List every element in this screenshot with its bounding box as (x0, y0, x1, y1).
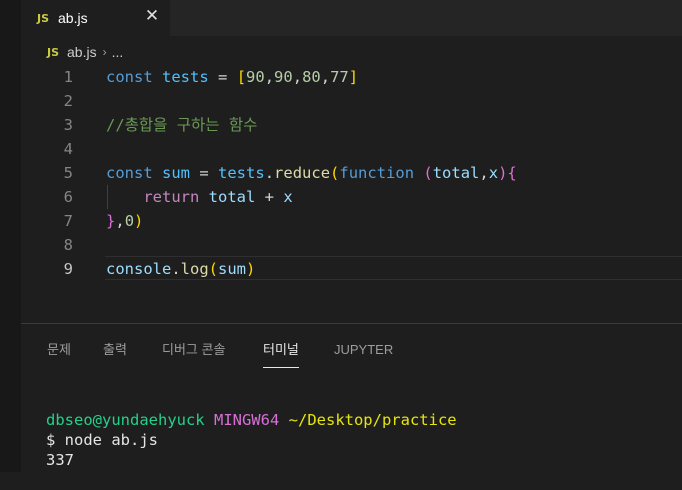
code-line: 8 (21, 233, 682, 257)
code-token: + (255, 188, 284, 206)
line-number: 3 (63, 116, 73, 134)
terminal-env: MINGW64 (213, 411, 280, 429)
javascript-file-icon: JS (47, 45, 60, 59)
line-number: 4 (63, 140, 73, 158)
code-token: 80 (302, 68, 321, 86)
code-token: x (488, 164, 499, 182)
code-token: { (507, 164, 517, 182)
code-line: 3 //총합을 구하는 함수 (21, 113, 682, 137)
code-token: ( (208, 260, 219, 278)
panel-divider (21, 323, 682, 324)
code-token: function (339, 164, 415, 182)
code-token: const (106, 68, 153, 86)
tab-file-name: ab.js (58, 10, 88, 26)
code-token: total (432, 164, 480, 182)
code-token: , (264, 68, 275, 86)
line-number: 9 (63, 260, 73, 278)
code-token: console (106, 260, 172, 278)
line-number: 2 (63, 92, 73, 110)
code-token: ) (134, 212, 144, 230)
code-token: . (171, 260, 181, 278)
code-token: ( (330, 164, 340, 182)
javascript-file-icon: JS (37, 11, 50, 25)
line-number: 1 (63, 68, 73, 86)
code-token: const (106, 164, 153, 182)
code-token: ) (246, 260, 256, 278)
code-token: tests (162, 68, 209, 86)
code-token: 90 (246, 68, 265, 86)
code-token: 90 (274, 68, 293, 86)
terminal-path: ~/Desktop/practice (288, 411, 457, 429)
code-token: reduce (274, 164, 331, 182)
terminal-result: 337 (46, 451, 74, 469)
code-token: 77 (330, 68, 349, 86)
code-token: log (180, 260, 209, 278)
panel-tab[interactable]: 문제 (47, 330, 71, 368)
terminal-user-host: dbseo@yundaehyuck (46, 411, 205, 429)
code-line: 2 (21, 89, 682, 113)
code-text: //총합을 구하는 함수 (106, 113, 257, 137)
code-token: total (208, 188, 256, 206)
code-text: },0) (106, 209, 143, 233)
code-token: , (320, 68, 331, 86)
breadcrumb: JS ab.js › ... (21, 39, 682, 65)
code-token: sum (218, 260, 247, 278)
panel-tab[interactable]: 터미널 (263, 330, 299, 368)
code-token: = (190, 164, 219, 182)
code-editor[interactable]: 1 const tests = [90,90,80,77] 2 3//총합을 구하는 … (21, 65, 682, 323)
code-text: return total + x (106, 185, 293, 209)
code-token: . (264, 164, 275, 182)
editor-tab-bar: JS ab.js ✕ (21, 0, 682, 36)
code-token: , (115, 212, 125, 230)
code-line: 9 console.log(sum) (21, 257, 682, 281)
breadcrumb-symbol[interactable]: ... (112, 44, 124, 60)
code-token: , (479, 164, 489, 182)
code-token: , (292, 68, 303, 86)
code-token: return (143, 188, 200, 206)
code-text: console.log(sum) (106, 257, 255, 281)
code-token: tests (218, 164, 265, 182)
code-line: 1 const tests = [90,90,80,77] (21, 65, 682, 89)
panel-tab[interactable]: 출력 (103, 330, 127, 368)
panel-tab[interactable]: JUPYTER (334, 330, 393, 368)
code-token: ( (423, 164, 433, 182)
code-line: 5 const sum = tests.reduce(function (tota… (21, 161, 682, 185)
code-token: 0 (124, 212, 135, 230)
line-number: 7 (63, 212, 73, 230)
code-token: x (283, 188, 293, 206)
close-icon[interactable]: ✕ (142, 5, 162, 27)
chevron-right-icon: › (102, 45, 107, 59)
terminal-command: $ node ab.js (46, 431, 158, 449)
code-line: 4 (21, 137, 682, 161)
breadcrumb-file[interactable]: ab.js (67, 44, 97, 60)
activity-bar-edge (0, 0, 21, 472)
editor-tab-ab-js[interactable]: JS ab.js ✕ (21, 0, 170, 36)
code-token: } (106, 212, 116, 230)
code-text: const tests = [90,90,80,77] (106, 65, 358, 89)
terminal-prompt-header: dbseo@yundaehyuck MINGW64 ~/Desktop/prac… (46, 410, 457, 430)
code-text: const sum = tests.reduce(function (total… (106, 161, 517, 185)
code-token: ] (348, 68, 359, 86)
line-number: 5 (63, 164, 73, 182)
code-token: //총합을 구하는 함수 (106, 116, 258, 134)
terminal-output[interactable]: dbseo@yundaehyuck MINGW64 ~/Desktop/prac… (21, 410, 682, 490)
code-token: = (208, 68, 237, 86)
line-number: 6 (63, 188, 73, 206)
panel-tab[interactable]: 디버그 콘솔 (162, 330, 225, 368)
code-line: 7},0) (21, 209, 682, 233)
line-number: 8 (63, 236, 73, 254)
code-token: [ (236, 68, 247, 86)
code-line: 6 return total + x (21, 185, 682, 209)
panel-tab-bar: 문제 출력 디버그 콘솔 터미널 JUPYTER (21, 330, 682, 368)
code-token: sum (162, 164, 191, 182)
